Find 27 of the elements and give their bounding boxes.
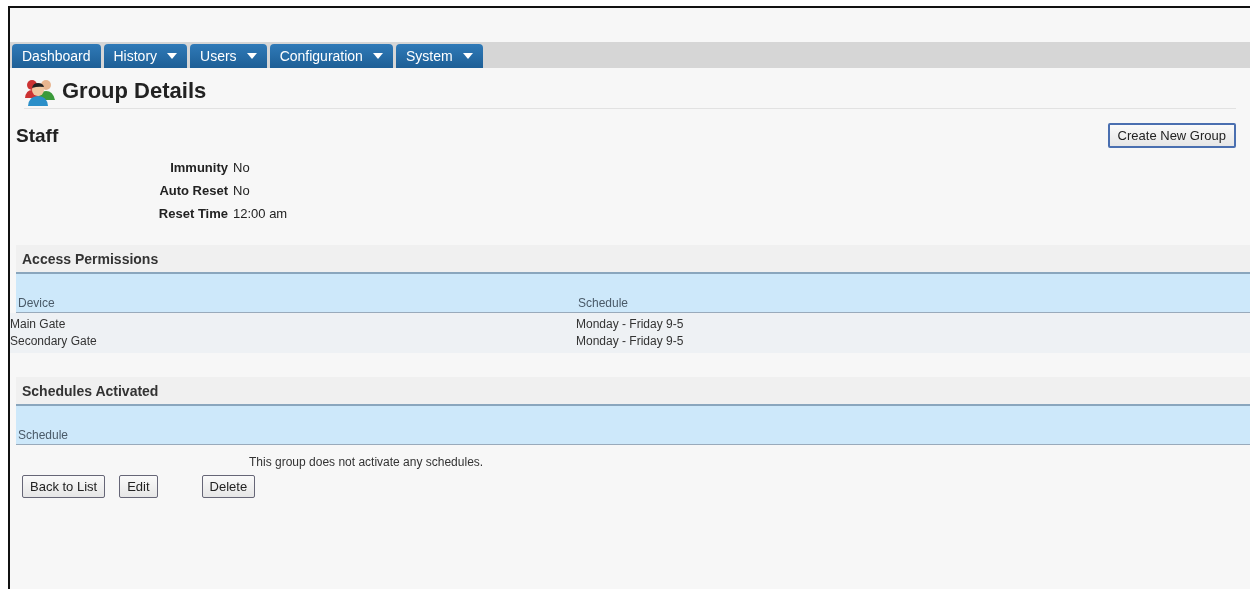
- column-header: Device: [17, 296, 56, 310]
- delete-button[interactable]: Delete: [201, 475, 256, 498]
- page-title: Group Details: [62, 78, 207, 104]
- nav-tab[interactable]: Configuration: [269, 44, 393, 68]
- group-name: Staff: [16, 124, 59, 147]
- column-header: Schedule: [577, 296, 630, 310]
- field-label: Immunity: [170, 160, 228, 175]
- empty-message: This group does not activate any schedules.: [249, 455, 484, 469]
- nav-tab[interactable]: System: [395, 44, 483, 68]
- edit-button[interactable]: Edit: [119, 475, 158, 498]
- nav-tab[interactable]: History: [103, 44, 188, 68]
- section-title: Schedules Activated: [22, 383, 159, 399]
- section-title: Access Permissions: [22, 251, 159, 267]
- nav-tab[interactable]: Dashboard: [12, 44, 101, 68]
- create-new-group-button[interactable]: Create New Group: [1107, 123, 1236, 148]
- field-label: Auto Reset: [159, 183, 228, 198]
- field-value: 12:00 am: [233, 206, 288, 221]
- field-value: No: [233, 160, 250, 175]
- table-cell: Monday - Friday 9-5: [576, 316, 684, 333]
- field-label: Reset Time: [158, 206, 228, 221]
- table-cell: Secondary Gate: [10, 333, 97, 350]
- nav-tab[interactable]: Users: [190, 44, 267, 68]
- table-cell: Monday - Friday 9-5: [576, 333, 684, 350]
- table-cell: Main Gate: [10, 316, 66, 333]
- field-value: No: [233, 183, 250, 198]
- column-header: Schedule: [17, 428, 70, 442]
- back-to-list-button[interactable]: Back to List: [22, 475, 106, 498]
